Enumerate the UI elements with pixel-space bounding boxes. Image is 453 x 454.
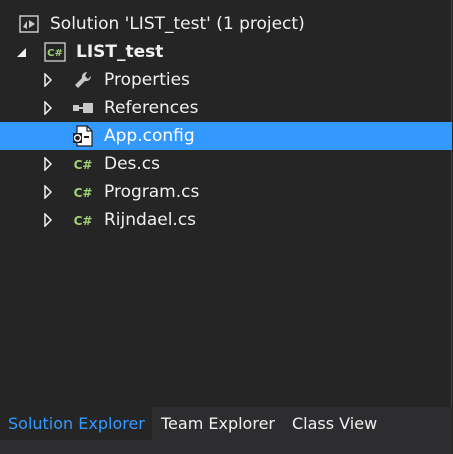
project-label: LIST_test xyxy=(76,42,164,62)
tree-row-app-config[interactable]: App.config xyxy=(0,122,452,150)
tree-row-project[interactable]: C# LIST_test xyxy=(0,38,452,66)
collapsed-triangle-icon[interactable] xyxy=(41,157,55,171)
svg-text:C#: C# xyxy=(74,214,93,228)
panel-tab-strip: Solution Explorer Team Explorer Class Vi… xyxy=(0,407,452,454)
tab-label: Class View xyxy=(292,414,378,433)
tree-row-rijndael-cs[interactable]: C# Rijndael.cs xyxy=(0,206,452,234)
references-icon xyxy=(72,97,94,119)
wrench-icon xyxy=(72,69,94,91)
csharp-file-icon: C# xyxy=(72,209,94,231)
tree-row-properties[interactable]: Properties xyxy=(0,66,452,94)
tab-label: Solution Explorer xyxy=(8,414,145,433)
solution-explorer-panel: Solution 'LIST_test' (1 project) C# LIST… xyxy=(0,0,452,454)
svg-text:C#: C# xyxy=(74,186,93,200)
solution-label: Solution 'LIST_test' (1 project) xyxy=(50,14,305,34)
svg-text:C#: C# xyxy=(74,158,93,172)
tree-row-references[interactable]: References xyxy=(0,94,452,122)
collapsed-triangle-icon[interactable] xyxy=(41,101,55,115)
tree-item-label: Program.cs xyxy=(104,182,200,202)
tree-item-label: References xyxy=(104,98,199,118)
csharp-file-icon: C# xyxy=(72,153,94,175)
collapsed-triangle-icon[interactable] xyxy=(41,185,55,199)
tree-row-program-cs[interactable]: C# Program.cs xyxy=(0,178,452,206)
csharp-project-icon: C# xyxy=(44,41,66,63)
tree-item-label: App.config xyxy=(104,126,195,146)
tab-label: Team Explorer xyxy=(161,414,275,433)
tree-item-label: Rijndael.cs xyxy=(104,210,197,230)
svg-text:C#: C# xyxy=(47,48,63,59)
expanded-triangle-icon[interactable] xyxy=(14,45,28,59)
csharp-file-icon: C# xyxy=(72,181,94,203)
tree-item-label: Des.cs xyxy=(104,154,161,174)
config-file-icon xyxy=(72,125,94,147)
tree-row-solution[interactable]: Solution 'LIST_test' (1 project) xyxy=(0,10,452,38)
tree-row-des-cs[interactable]: C# Des.cs xyxy=(0,150,452,178)
tab-solution-explorer[interactable]: Solution Explorer xyxy=(0,407,152,440)
tab-team-explorer[interactable]: Team Explorer xyxy=(161,407,275,440)
tab-class-view[interactable]: Class View xyxy=(292,407,377,440)
solution-icon xyxy=(18,13,40,35)
collapsed-triangle-icon[interactable] xyxy=(41,213,55,227)
collapsed-triangle-icon[interactable] xyxy=(41,73,55,87)
tree-item-label: Properties xyxy=(104,70,190,90)
